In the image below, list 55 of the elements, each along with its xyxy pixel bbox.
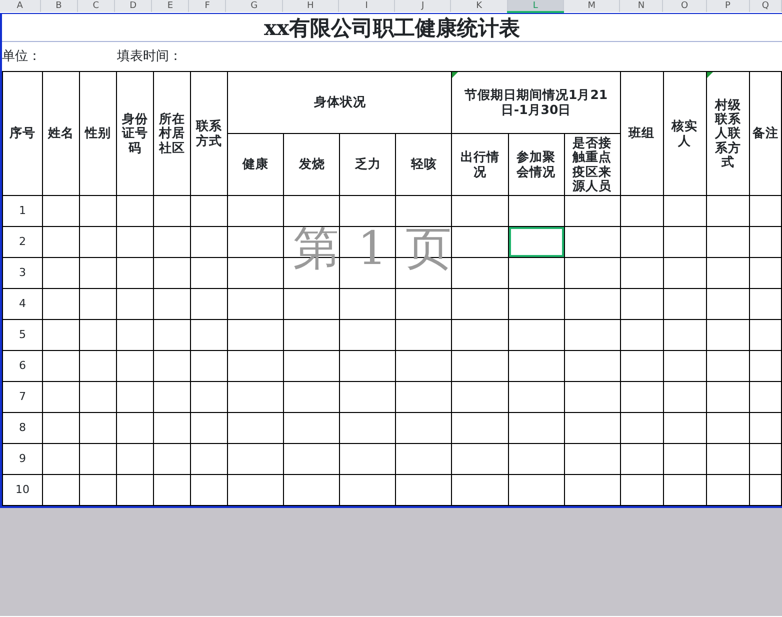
row-number: 6 [2, 350, 43, 382]
column-heading: 身份证号码 [116, 72, 154, 196]
column-heading: 乏力 [340, 134, 396, 196]
column-heading: 发烧 [284, 134, 340, 196]
row-number: 4 [2, 288, 43, 320]
column-heading: 轻咳 [396, 134, 452, 196]
column-header[interactable]: C [77, 0, 114, 12]
row-number: 1 [2, 196, 43, 226]
info-label: 单位： [2, 48, 42, 66]
row-number: 9 [2, 444, 43, 474]
column-heading: 出行情况 [452, 134, 508, 196]
column-header[interactable]: J [394, 0, 451, 12]
table-cell[interactable] [508, 350, 564, 382]
column-header[interactable]: F [188, 0, 226, 12]
column-heading: 所在村居社区 [154, 72, 191, 196]
column-heading: 节假期日期间情况1月21 日-1月30日 [452, 72, 620, 134]
column-heading: 是否接触重点疫区来源人员 [564, 134, 620, 196]
row-number: 5 [2, 320, 43, 350]
column-header[interactable]: K [450, 0, 508, 12]
row-number: 3 [2, 258, 43, 288]
column-header[interactable]: A [0, 0, 40, 12]
column-heading: 健康 [228, 134, 284, 196]
column-heading: 核实人 [663, 72, 706, 196]
column-heading: 备注 [749, 72, 782, 196]
column-heading: 姓名 [42, 72, 80, 196]
table-cell[interactable] [508, 288, 564, 320]
column-header[interactable]: E [152, 0, 189, 12]
table-cell[interactable] [508, 444, 564, 474]
column-heading: 参加聚会情况 [508, 134, 564, 196]
column-header[interactable]: P [706, 0, 750, 12]
column-header[interactable]: H [282, 0, 338, 12]
column-heading: 性别 [80, 72, 117, 196]
column-header[interactable]: D [114, 0, 152, 12]
info-label: 填表时间： [117, 48, 182, 66]
table-cell[interactable] [508, 320, 564, 350]
table-cell[interactable] [508, 258, 564, 288]
table-cell[interactable] [508, 412, 564, 444]
column-heading: 班组 [620, 72, 664, 196]
sheet-title: xx有限公司职工健康统计表 [2, 13, 782, 42]
column-header[interactable]: G [226, 0, 282, 12]
column-header[interactable]: N [620, 0, 663, 12]
column-heading: 联系方式 [190, 72, 228, 196]
row-number: 8 [2, 412, 43, 444]
table-cell[interactable] [508, 382, 564, 412]
row-number: 2 [2, 226, 43, 258]
column-header[interactable]: O [662, 0, 706, 12]
column-heading: 序号 [2, 72, 43, 196]
row-number: 7 [2, 382, 43, 412]
column-header[interactable]: Q [749, 0, 782, 12]
column-heading: 身体状况 [228, 72, 452, 134]
column-header[interactable]: I [338, 0, 395, 12]
column-heading: 村级联系人联系方式 [706, 72, 750, 196]
column-header[interactable]: M [563, 0, 620, 12]
selected-cell[interactable] [508, 226, 564, 258]
column-header[interactable]: B [40, 0, 78, 12]
